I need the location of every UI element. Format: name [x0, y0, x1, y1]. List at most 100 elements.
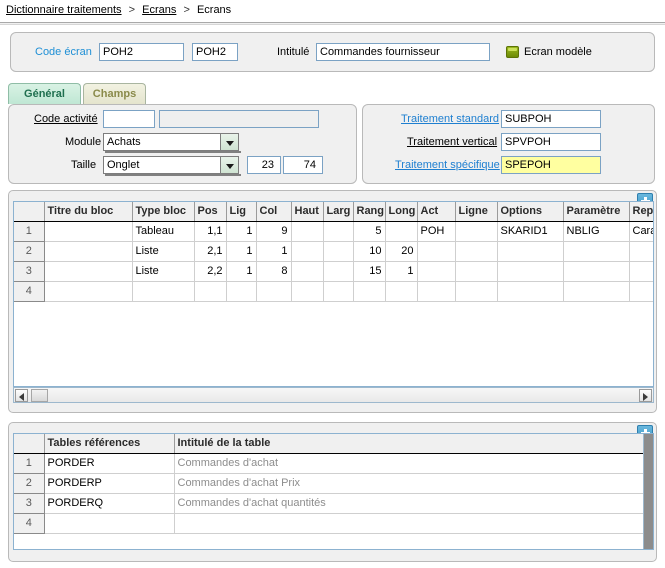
blocks-header-rang[interactable]: Rang	[353, 202, 386, 222]
cell-larg[interactable]	[323, 281, 354, 302]
cell-long[interactable]	[385, 221, 418, 242]
blocks-header-haut[interactable]: Haut	[291, 202, 324, 222]
blocks-header-lig[interactable]: Lig	[226, 202, 257, 222]
cell-table-reference[interactable]: PORDERQ	[44, 493, 175, 514]
cell-long[interactable]	[385, 281, 418, 302]
blocks-header-options[interactable]: Options	[497, 202, 564, 222]
cell-options[interactable]: SKARID1	[497, 221, 564, 242]
cell-lig[interactable]: 1	[226, 221, 257, 242]
cell-ligne[interactable]	[455, 241, 498, 262]
blocks-header-type[interactable]: Type bloc	[132, 202, 195, 222]
chevron-down-icon[interactable]	[220, 133, 239, 151]
cell-repre[interactable]: Caracté	[629, 221, 653, 242]
cell-col[interactable]	[256, 281, 292, 302]
green-checkbox-icon[interactable]	[506, 46, 519, 58]
cell-long[interactable]: 1	[385, 261, 418, 282]
table-row[interactable]: 4	[14, 281, 653, 302]
cell-ligne[interactable]	[455, 261, 498, 282]
breadcrumb-item-dictionnaire[interactable]: Dictionnaire traitements	[6, 4, 122, 16]
arrow-right-icon[interactable]	[639, 389, 652, 402]
breadcrumb-item-ecrans[interactable]: Ecrans	[142, 4, 176, 16]
cell-lig[interactable]: 1	[226, 241, 257, 262]
tab-general[interactable]: Général	[8, 83, 81, 104]
cell-table-reference[interactable]	[44, 513, 175, 534]
cell-table-reference[interactable]: PORDER	[44, 453, 175, 474]
cell-haut[interactable]	[291, 281, 324, 302]
cell-repre[interactable]	[629, 281, 653, 302]
tab-champs[interactable]: Champs	[83, 83, 146, 104]
cell-haut[interactable]	[291, 221, 324, 242]
table-row[interactable]: 3 Liste 2,2 1 8 15 1	[14, 261, 653, 282]
taille-dropdown[interactable]: Onglet	[103, 156, 241, 176]
cell-table-reference[interactable]: PORDERP	[44, 473, 175, 494]
blocks-header-act[interactable]: Act	[417, 202, 456, 222]
blocks-header-titre[interactable]: Titre du bloc	[44, 202, 133, 222]
cell-larg[interactable]	[323, 241, 354, 262]
cell-pos[interactable]	[194, 281, 227, 302]
cell-parametre[interactable]: NBLIG	[563, 221, 630, 242]
cell-repre[interactable]	[629, 261, 653, 282]
cell-col[interactable]: 8	[256, 261, 292, 282]
cell-titre[interactable]	[44, 241, 133, 262]
cell-lig[interactable]: 1	[226, 261, 257, 282]
traitement-specifique-input[interactable]	[501, 156, 601, 174]
tables-header-reference[interactable]: Tables références	[44, 434, 175, 454]
cell-haut[interactable]	[291, 241, 324, 262]
cell-type[interactable]: Liste	[132, 261, 195, 282]
tables-header-intitule[interactable]: Intitulé de la table	[174, 434, 646, 454]
arrow-left-icon[interactable]	[15, 389, 28, 402]
table-row[interactable]: 2 Liste 2,1 1 1 10 20	[14, 241, 653, 262]
cell-pos[interactable]: 2,1	[194, 241, 227, 262]
cell-pos[interactable]: 1,1	[194, 221, 227, 242]
table-row[interactable]: 2 PORDERP Commandes d'achat Prix	[14, 473, 646, 494]
cell-options[interactable]	[497, 281, 564, 302]
blocks-header-pos[interactable]: Pos	[194, 202, 227, 222]
cell-type[interactable]: Liste	[132, 241, 195, 262]
cell-larg[interactable]	[323, 261, 354, 282]
cell-ligne[interactable]	[455, 221, 498, 242]
vertical-scrollbar[interactable]	[643, 434, 653, 549]
cell-titre[interactable]	[44, 261, 133, 282]
cell-titre[interactable]	[44, 281, 133, 302]
blocks-header-long[interactable]: Long	[385, 202, 418, 222]
cell-ligne[interactable]	[455, 281, 498, 302]
cell-col[interactable]: 1	[256, 241, 292, 262]
cell-larg[interactable]	[323, 221, 354, 242]
blocks-header-parametre[interactable]: Paramètre	[563, 202, 630, 222]
cell-type[interactable]	[132, 281, 195, 302]
cell-act[interactable]	[417, 281, 456, 302]
table-row[interactable]: 1 PORDER Commandes d'achat	[14, 453, 646, 474]
blocks-header-col[interactable]: Col	[256, 202, 292, 222]
traitement-specifique-label[interactable]: Traitement spécifique	[395, 159, 500, 171]
table-row[interactable]: 4	[14, 513, 646, 534]
cell-act[interactable]	[417, 241, 456, 262]
cell-type[interactable]: Tableau	[132, 221, 195, 242]
module-dropdown[interactable]: Achats	[103, 133, 241, 153]
cell-parametre[interactable]	[563, 241, 630, 262]
cell-rang[interactable]: 15	[353, 261, 386, 282]
cell-col[interactable]: 9	[256, 221, 292, 242]
intitule-input[interactable]	[316, 43, 490, 61]
code-activite-input[interactable]	[103, 110, 155, 128]
cell-rang[interactable]	[353, 281, 386, 302]
table-row[interactable]: 1 Tableau 1,1 1 9 5 POH SKARID1 NBLIG Ca…	[14, 221, 653, 242]
blocks-header-ligne[interactable]: Ligne	[455, 202, 498, 222]
code-ecran-input[interactable]	[99, 43, 184, 61]
blocks-header-repre[interactable]: Repré	[629, 202, 653, 222]
traitement-standard-label[interactable]: Traitement standard	[401, 113, 499, 125]
scrollbar-thumb[interactable]	[31, 389, 48, 402]
cell-options[interactable]	[497, 261, 564, 282]
chevron-down-icon-2[interactable]	[220, 156, 239, 174]
cell-parametre[interactable]	[563, 261, 630, 282]
cell-repre[interactable]	[629, 241, 653, 262]
cell-rang[interactable]: 10	[353, 241, 386, 262]
code-ecran-secondary-input[interactable]	[192, 43, 238, 61]
cell-titre[interactable]	[44, 221, 133, 242]
cell-rang[interactable]: 5	[353, 221, 386, 242]
taille-value-1-input[interactable]	[247, 156, 281, 174]
blocks-header-larg[interactable]: Larg	[323, 202, 354, 222]
cell-haut[interactable]	[291, 261, 324, 282]
traitement-vertical-input[interactable]	[501, 133, 601, 151]
cell-parametre[interactable]	[563, 281, 630, 302]
horizontal-scrollbar[interactable]	[13, 387, 654, 403]
